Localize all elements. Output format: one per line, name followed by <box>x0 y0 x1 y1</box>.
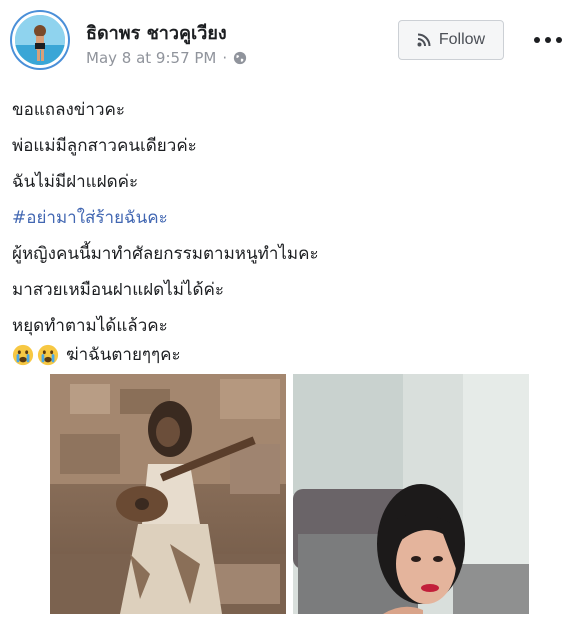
more-dot <box>545 37 551 43</box>
post-text: ขอแถลงข่าวคะ พ่อแม่มีลูกสาวคนเดียวค่ะ ฉั… <box>12 92 570 370</box>
crying-face-emoji <box>12 344 34 366</box>
post-line: ขอแถลงข่าวคะ <box>12 100 126 120</box>
hashtag-link[interactable]: #อย่ามาใส่ร้ายฉันคะ <box>12 200 570 236</box>
bedroom-photo <box>293 374 529 614</box>
follow-button[interactable]: Follow <box>398 20 504 60</box>
author-name[interactable]: ธิดาพร ชาวคูเวียง <box>86 18 227 47</box>
photo-woman-in-bedroom[interactable] <box>293 374 529 614</box>
crying-face-emoji <box>37 344 59 366</box>
post-line: ฆ่าฉันตายๆๆคะ <box>66 345 181 365</box>
more-dot <box>534 37 540 43</box>
follow-label: Follow <box>438 31 486 48</box>
photo-grid <box>50 374 534 614</box>
avatar-image <box>15 15 65 65</box>
sepia-photo-woman-with-guitar[interactable] <box>50 374 286 614</box>
post-line: พ่อแม่มีลูกสาวคนเดียวค่ะ <box>12 136 197 156</box>
post-line: มาสวยเหมือนฝาแฝดไม่ได้ค่ะ <box>12 280 225 300</box>
post-meta: May 8 at 9:57 PM · <box>86 49 247 67</box>
post-line: ฉันไม่มีฝาแฝดค่ะ <box>12 172 139 192</box>
post-line: หยุดทำตามได้แล้วคะ <box>12 316 168 336</box>
post-line: ผู้หญิงคนนี้มาทำศัลยกรรมตามหนูทำไมคะ <box>12 244 319 264</box>
sepia-photo <box>50 374 286 614</box>
more-options-icon[interactable] <box>534 32 562 48</box>
rss-icon <box>417 33 431 47</box>
avatar[interactable] <box>12 12 68 68</box>
meta-separator: · <box>222 49 228 67</box>
post-header: ธิดาพร ชาวคูเวียง May 8 at 9:57 PM · Fol… <box>12 12 570 74</box>
more-dot <box>556 37 562 43</box>
post-line-with-emoji: ฆ่าฉันตายๆๆคะ <box>12 340 570 370</box>
post-date[interactable]: May 8 at 9:57 PM <box>86 49 216 67</box>
globe-icon <box>234 51 247 65</box>
